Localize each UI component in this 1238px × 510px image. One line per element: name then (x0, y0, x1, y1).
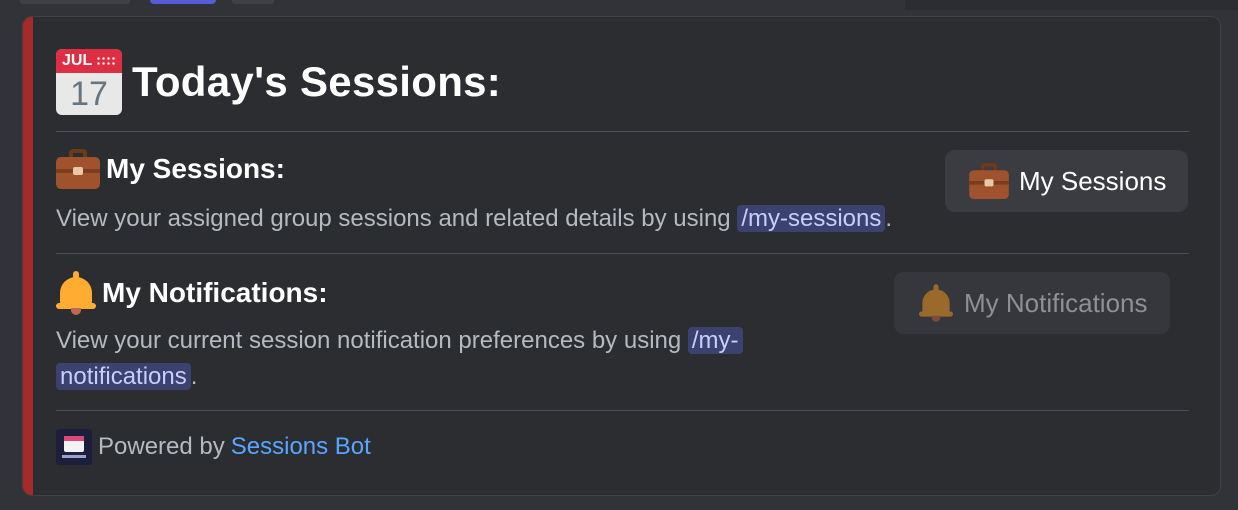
calendar-icon: JUL 17 (56, 49, 122, 115)
section-my-sessions-description: View your assigned group sessions and re… (56, 201, 892, 237)
mention-pill[interactable] (150, 0, 216, 4)
footer-prefix: Powered by (98, 433, 225, 460)
previous-message-text (20, 0, 130, 4)
description-text: View your current session notification p… (56, 327, 682, 354)
description-period: . (885, 205, 893, 232)
embed-title: Today's Sessions: (132, 58, 502, 105)
footer-bot-link[interactable]: Sessions Bot (231, 433, 371, 461)
section-my-notifications-description: View your current session notification p… (56, 323, 776, 395)
my-sessions-button[interactable]: My Sessions (945, 150, 1189, 212)
embed-accent-bar (23, 17, 33, 495)
sessions-embed: JUL 17 Today's Sessions: My Sessions: Vi… (22, 16, 1221, 496)
calendar-day: 17 (70, 75, 108, 113)
description-period: . (190, 363, 198, 390)
section-heading-text: My Notifications: (102, 277, 328, 308)
section-heading-text: My Sessions: (106, 153, 285, 184)
previous-message-text-tail (232, 0, 274, 4)
briefcase-icon (56, 149, 100, 189)
section-my-notifications-heading: My Notifications: (56, 271, 328, 315)
divider (56, 253, 1189, 254)
bot-avatar (56, 429, 92, 465)
header-shade (905, 0, 1238, 10)
divider (56, 131, 1189, 132)
command-my-notifications-part2[interactable]: notifications (56, 363, 191, 390)
section-my-sessions-heading: My Sessions: (56, 149, 285, 189)
calendar-dots (96, 56, 116, 66)
description-text: View your assigned group sessions and re… (56, 205, 731, 232)
my-sessions-button-label: My Sessions (1019, 165, 1167, 196)
briefcase-icon (969, 163, 1009, 199)
previous-message-strip (0, 0, 1238, 14)
command-my-sessions[interactable]: /my-sessions (737, 205, 886, 232)
divider (56, 410, 1189, 411)
embed-title-row: JUL 17 Today's Sessions: (56, 47, 501, 117)
my-notifications-button[interactable]: My Notifications (894, 272, 1170, 334)
bell-icon (919, 284, 953, 322)
embed-footer: Powered by Sessions Bot (56, 429, 371, 465)
bell-icon (56, 271, 96, 315)
command-my-notifications-part1[interactable]: /my- (687, 327, 743, 354)
my-notifications-button-label: My Notifications (964, 287, 1148, 318)
